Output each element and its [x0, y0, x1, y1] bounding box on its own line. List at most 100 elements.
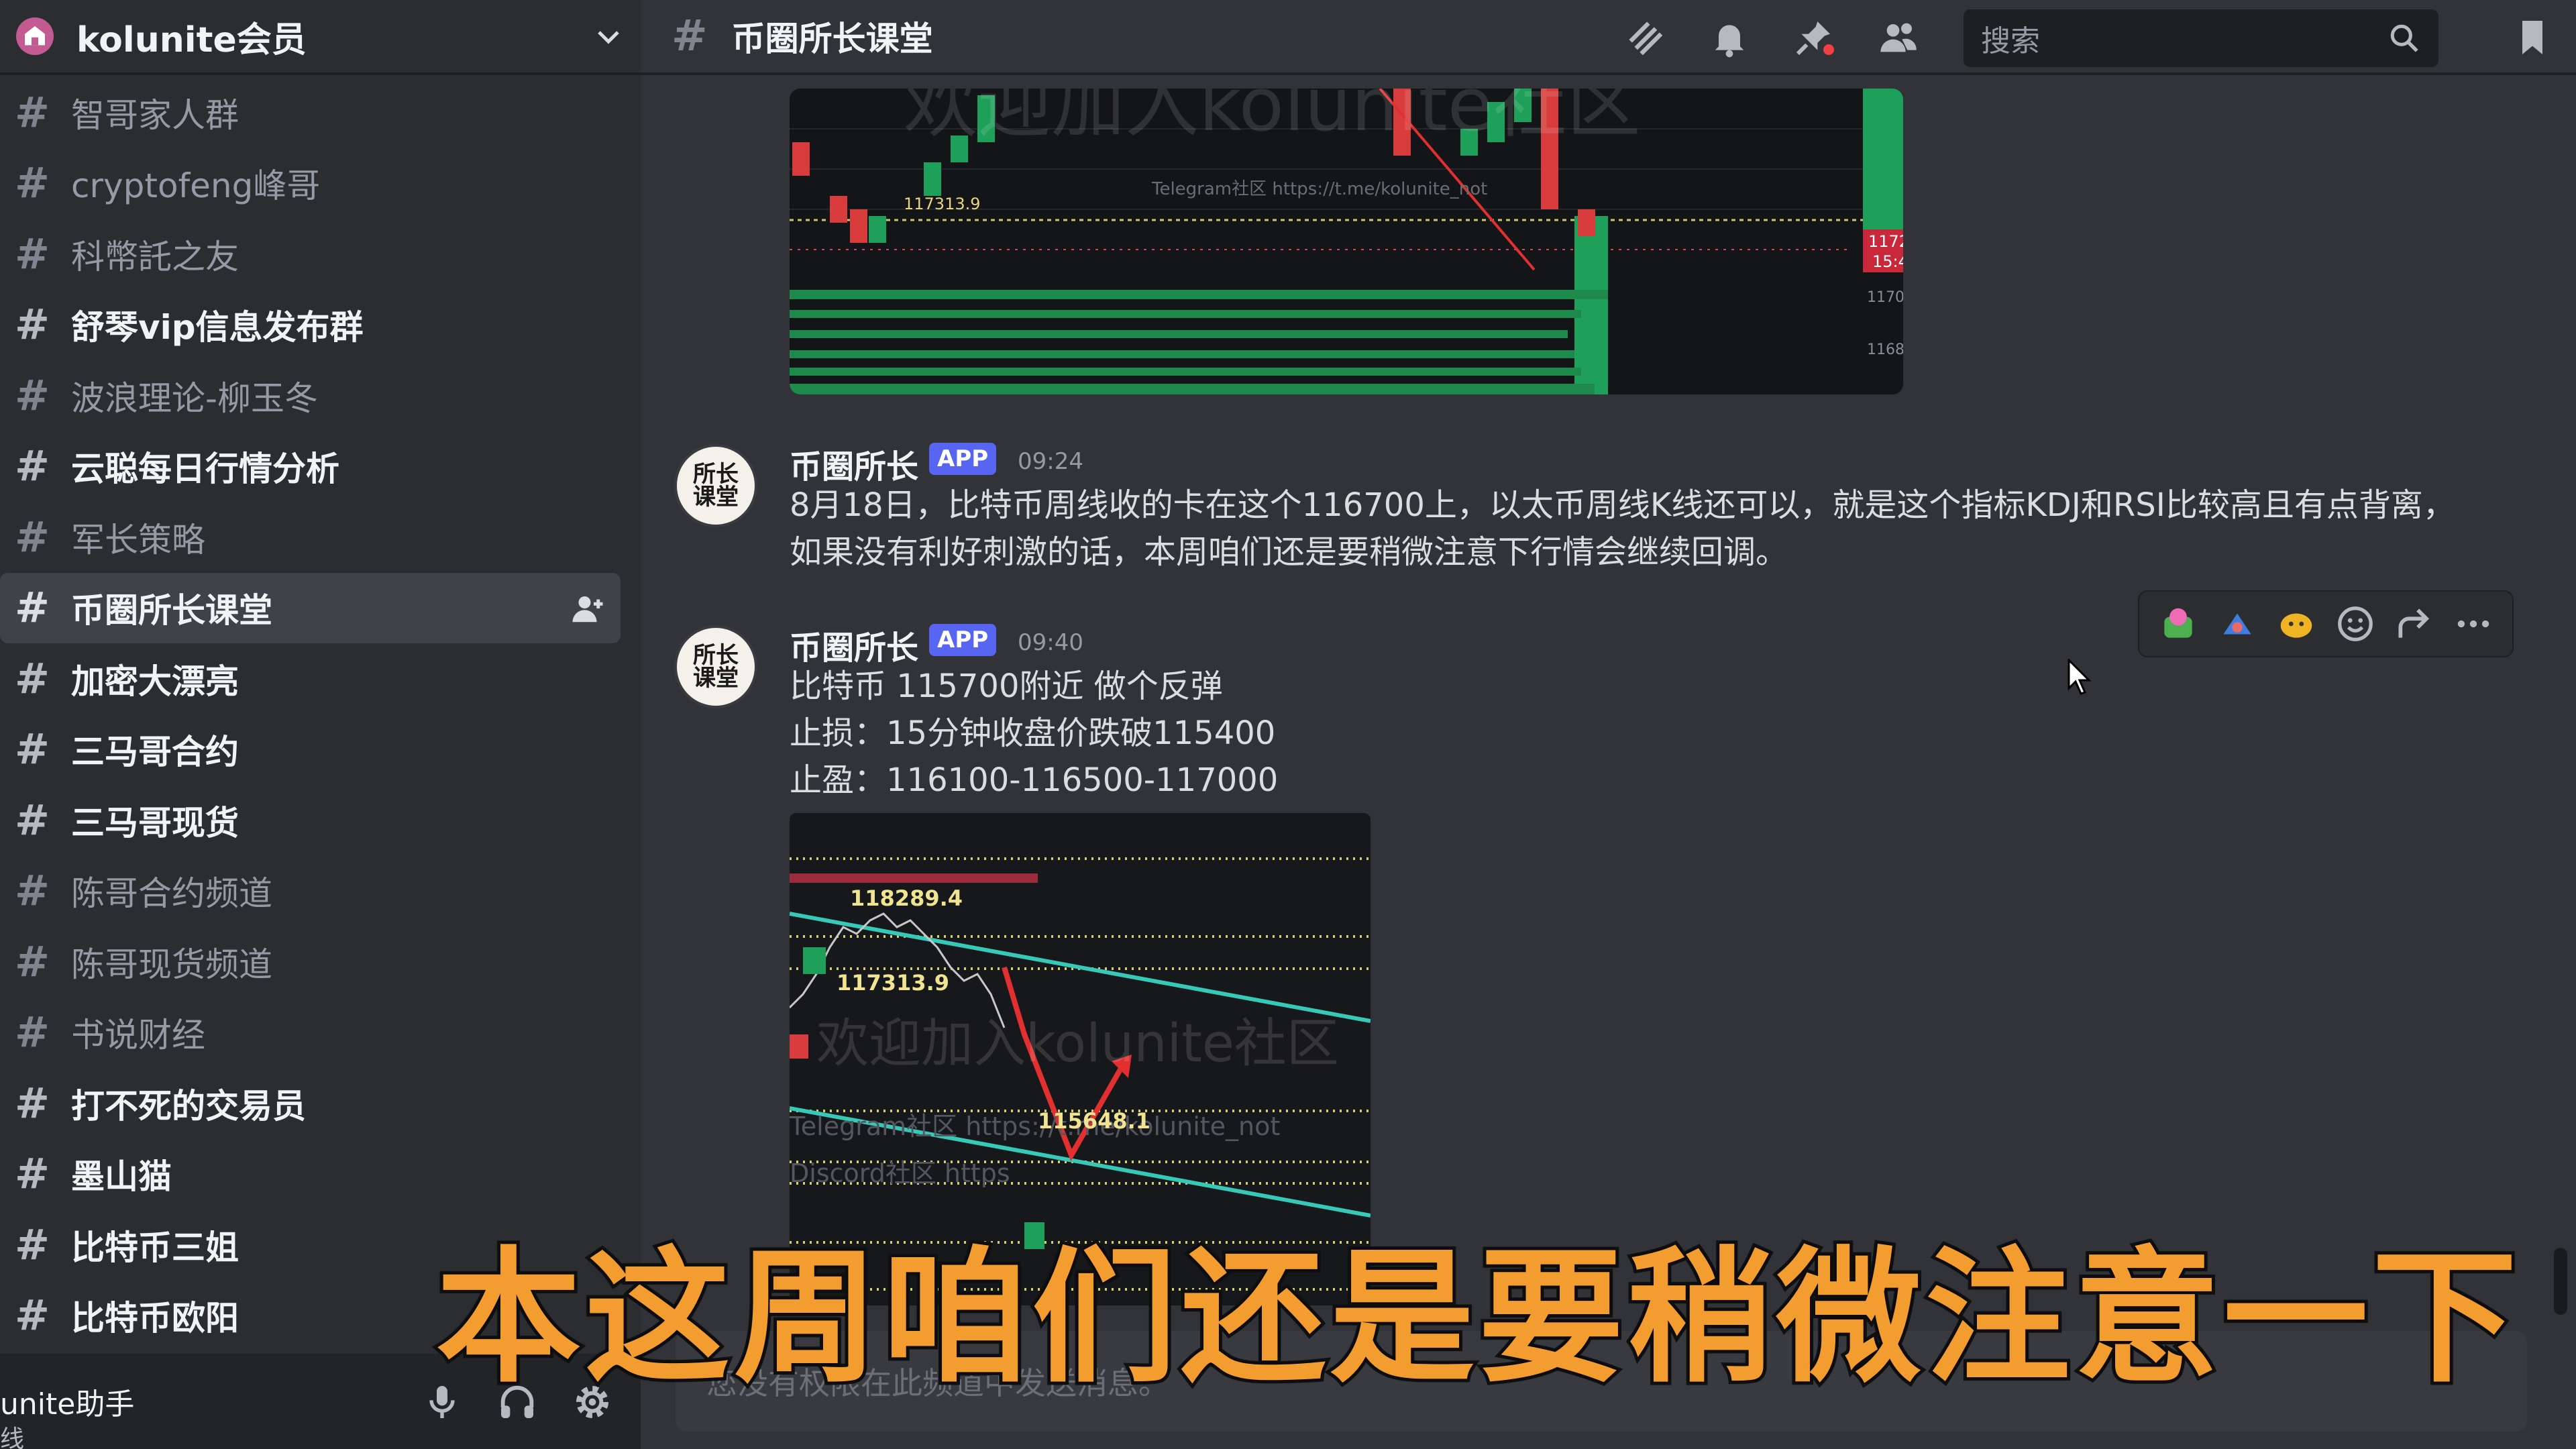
- hash-icon: #: [15, 653, 50, 703]
- channel-item[interactable]: # 书说财经: [0, 998, 621, 1069]
- hash-icon: #: [15, 1291, 50, 1340]
- avatar-text: 课堂: [693, 665, 739, 692]
- channel-item[interactable]: # 打不死的交易员: [0, 1068, 621, 1139]
- add-reaction-icon[interactable]: [2334, 603, 2376, 645]
- channel-item[interactable]: # 军长策略: [0, 502, 621, 573]
- chart-label: 118289.4: [850, 885, 963, 911]
- chart-label: 115648.1: [1038, 1108, 1150, 1134]
- channel-item[interactable]: # cryptofeng峰哥: [0, 148, 621, 219]
- message-text: 止盈：116100-116500-117000: [790, 761, 1279, 799]
- user-status: 线: [0, 1426, 25, 1449]
- channel-item[interactable]: # 科幣託之友: [0, 219, 621, 290]
- user-name[interactable]: unite助手: [0, 1380, 134, 1423]
- notification-bell-icon[interactable]: [1708, 16, 1751, 59]
- message-list: 欢迎加入kolunite社区 Telegram社区 https://t.me/k…: [641, 78, 2576, 1305]
- chart-link: Discord社区 https: [790, 1159, 1010, 1188]
- channel-item[interactable]: # 三马哥合约: [0, 714, 621, 786]
- chart-link: Telegram社区 https://t.me/kolunite_not: [1151, 179, 1487, 199]
- chart-image-top[interactable]: 欢迎加入kolunite社区 Telegram社区 https://t.me/k…: [790, 89, 1903, 394]
- channel-item[interactable]: # 波浪理论-柳玉冬: [0, 360, 621, 431]
- channel-name: 比特币欧阳: [71, 1299, 239, 1338]
- hash-icon: #: [15, 724, 50, 774]
- reaction-sticker-icon[interactable]: [2275, 603, 2317, 645]
- channel-item[interactable]: # 陈哥合约频道: [0, 856, 621, 927]
- chevron-down-icon[interactable]: [592, 20, 625, 52]
- message-text: 比特币 115700附近 做个反弹: [790, 667, 1223, 705]
- channel-item[interactable]: # 三马哥现货: [0, 785, 621, 856]
- message-timestamp: 09:40: [1018, 629, 1083, 656]
- chart-label: 117313.9: [904, 195, 981, 213]
- chart-image-bottom[interactable]: 欢迎加入kolunite社区 Telegram社区 https://t.me/k…: [790, 813, 1371, 1305]
- channel-header: # 币圈所长课堂 搜索: [641, 0, 2576, 75]
- hash-icon: #: [672, 11, 708, 61]
- hash-icon: #: [15, 1220, 50, 1269]
- chart-label: 117000.0: [1867, 289, 1903, 306]
- chart-label: 117212.1: [1868, 232, 1903, 251]
- hash-icon: #: [15, 1008, 50, 1057]
- threads-icon[interactable]: [1623, 16, 1666, 59]
- channel-name: 打不死的交易员: [71, 1086, 306, 1126]
- member-list-icon[interactable]: [1877, 16, 1920, 59]
- mouse-cursor-icon: [2068, 659, 2092, 695]
- chart-link: Telegram社区 https://t.me/kolunite_not: [790, 1112, 1280, 1141]
- hash-icon: #: [15, 512, 50, 561]
- message-timestamp: 09:24: [1018, 448, 1083, 475]
- hash-icon: #: [15, 229, 50, 278]
- channel-item[interactable]: # 舒琴vip信息发布群: [0, 290, 621, 361]
- chart-label: 116800.0: [1867, 341, 1903, 358]
- message-text: 止损：15分钟收盘价跌破115400: [790, 714, 1276, 752]
- message-author[interactable]: 币圈所长: [790, 440, 918, 487]
- reaction-sticker-icon[interactable]: [2216, 603, 2258, 645]
- channel-name: 云聪每日行情分析: [71, 449, 339, 489]
- hash-icon: #: [15, 1149, 50, 1199]
- hash-icon: #: [15, 866, 50, 916]
- avatar-text: 课堂: [693, 484, 739, 511]
- channel-title: 币圈所长课堂: [731, 19, 933, 58]
- channel-name: 舒琴vip信息发布群: [71, 308, 364, 347]
- hash-icon: #: [15, 1078, 50, 1128]
- channel-name: 币圈所长课堂: [71, 591, 272, 631]
- search-input[interactable]: 搜索: [1964, 9, 2438, 67]
- hash-icon: #: [15, 441, 50, 491]
- hash-icon: #: [15, 370, 50, 420]
- hash-icon: #: [15, 300, 50, 350]
- channel-name: 陈哥合约频道: [71, 874, 272, 914]
- inbox-bookmark-icon[interactable]: [2512, 16, 2553, 59]
- channel-name: 科幣託之友: [71, 237, 239, 276]
- chart-label: 117313.9: [837, 970, 949, 996]
- channel-item[interactable]: # 墨山猫: [0, 1139, 621, 1210]
- search-placeholder: 搜索: [1981, 24, 2040, 58]
- avatar[interactable]: 所长 课堂: [674, 625, 757, 708]
- channel-item[interactable]: # 云聪每日行情分析: [0, 431, 621, 502]
- server-header[interactable]: kolunite会员: [0, 0, 641, 75]
- forward-icon[interactable]: [2394, 603, 2435, 645]
- more-options-icon[interactable]: [2453, 603, 2494, 645]
- channel-name: 三马哥现货: [71, 803, 239, 843]
- channel-sidebar: kolunite会员 # 智哥家人群 # cryptofeng峰哥 # 科幣託之友 # 舒琴v…: [0, 0, 641, 1449]
- avatar[interactable]: 所长 课堂: [674, 444, 757, 527]
- pin-icon[interactable]: [1792, 16, 1837, 59]
- invite-member-icon[interactable]: [570, 590, 606, 627]
- hash-icon: #: [15, 583, 50, 633]
- search-icon: [2390, 24, 2418, 52]
- hash-icon: #: [15, 87, 50, 137]
- app-badge: APP: [929, 443, 997, 475]
- reaction-sticker-icon[interactable]: [2157, 603, 2199, 645]
- video-subtitle: 本这周咱们还是要稍微注意一下: [433, 1234, 2522, 1402]
- server-icon: [16, 17, 54, 55]
- channel-item[interactable]: # 加密大漂亮: [0, 643, 621, 714]
- message-author[interactable]: 币圈所长: [790, 621, 918, 668]
- chart-label: 15:42: [1872, 252, 1903, 271]
- chat-area: # 币圈所长课堂 搜索 欢迎加入kolunite社区 Telegram社区 ht…: [641, 0, 2576, 1449]
- message-text: 8月18日，比特币周线收的卡在这个116700上，以太币周线K线还可以，就是这个…: [790, 486, 2455, 571]
- hash-icon: #: [15, 158, 50, 208]
- channel-item[interactable]: # 智哥家人群: [0, 77, 621, 148]
- server-name: kolunite会员: [76, 19, 307, 60]
- channel-item[interactable]: # 币圈所长课堂: [0, 572, 621, 643]
- channel-name: 比特币三姐: [71, 1228, 239, 1267]
- pin-alert-dot: [1821, 42, 1837, 58]
- hash-icon: #: [15, 936, 50, 986]
- channel-item[interactable]: # 陈哥现货频道: [0, 926, 621, 998]
- channel-name: 智哥家人群: [71, 95, 239, 135]
- scrollbar[interactable]: [2554, 1248, 2567, 1315]
